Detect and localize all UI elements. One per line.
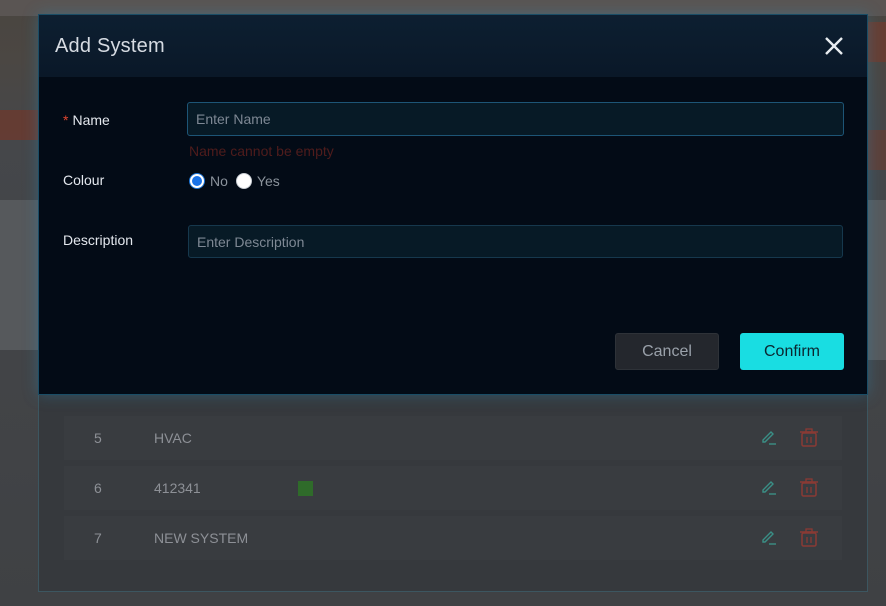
edit-icon[interactable] [758, 427, 780, 449]
background-block [866, 200, 886, 360]
row-number: 6 [94, 480, 102, 496]
trash-icon[interactable] [798, 427, 820, 449]
table-row: 6 412341 [64, 466, 842, 510]
row-name: 412341 [154, 480, 201, 496]
trash-icon[interactable] [798, 477, 820, 499]
required-mark: * [63, 112, 69, 128]
row-number: 7 [94, 530, 102, 546]
background-block [0, 200, 40, 350]
row-name: NEW SYSTEM [154, 530, 249, 546]
table-row: 7 NEW SYSTEM [64, 516, 842, 560]
close-icon[interactable] [823, 35, 845, 57]
table-row: 5 HVAC [64, 416, 842, 460]
radio-label-no: No [210, 173, 228, 189]
colour-swatch [298, 480, 313, 496]
add-system-dialog: Add System *Name Name cannot be empty Co… [38, 14, 868, 395]
colour-label: Colour [63, 172, 105, 188]
background-block [866, 130, 886, 170]
row-number: 5 [94, 430, 102, 446]
cancel-button[interactable]: Cancel [615, 333, 719, 370]
confirm-button[interactable]: Confirm [740, 333, 844, 370]
background-block [0, 110, 40, 140]
edit-icon[interactable] [758, 527, 780, 549]
name-label-text: Name [72, 112, 110, 128]
radio-label-yes: Yes [256, 173, 280, 189]
row-name: HVAC [154, 430, 192, 446]
name-input[interactable] [187, 102, 844, 136]
background-block [866, 22, 886, 62]
radio-checked-icon[interactable] [189, 173, 205, 189]
trash-icon[interactable] [798, 527, 820, 549]
description-label: Description [63, 232, 134, 248]
name-label: * Name [63, 112, 110, 128]
name-error-message: Name cannot be empty [189, 143, 334, 159]
edit-icon[interactable] [758, 477, 780, 499]
radio-unchecked-icon[interactable] [235, 173, 252, 189]
dialog-title: Add System [55, 35, 165, 57]
colour-option-yes[interactable]: Yes [235, 173, 280, 189]
colour-radio-group: No Yes [189, 173, 288, 189]
colour-option-no[interactable]: No [189, 173, 228, 189]
dialog-header: Add System [39, 15, 867, 77]
description-input[interactable] [188, 225, 843, 258]
